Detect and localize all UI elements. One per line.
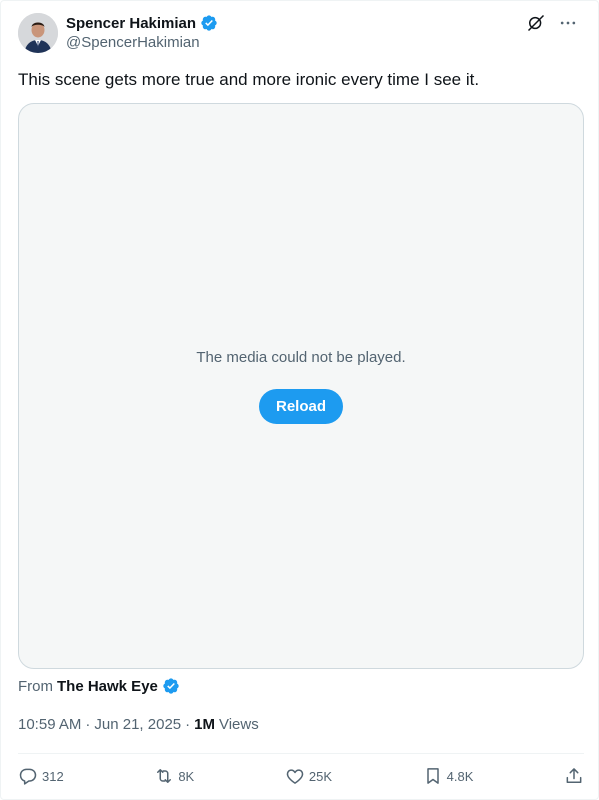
reply-count: 312	[42, 768, 64, 784]
bookmark-button[interactable]: 4.8K	[423, 766, 474, 786]
share-icon	[566, 768, 582, 783]
tweet-date[interactable]: Jun 21, 2025	[94, 716, 181, 733]
reply-button[interactable]: 312	[18, 766, 64, 786]
media-error-message: The media could not be played.	[196, 349, 406, 366]
author-display-name[interactable]: Spencer Hakimian	[66, 15, 196, 32]
meta-separator: ·	[85, 716, 91, 733]
meta-separator: ·	[185, 716, 191, 733]
action-bar: 312 8K 25K 4.8K	[18, 762, 584, 790]
reply-icon	[19, 768, 37, 785]
repost-icon	[157, 769, 172, 783]
views-label: Views	[218, 716, 259, 733]
repost-button[interactable]: 8K	[154, 766, 194, 786]
more-icon[interactable]	[558, 13, 578, 33]
avatar-image	[18, 13, 58, 53]
share-button[interactable]	[564, 766, 584, 786]
heart-icon	[286, 769, 304, 784]
views-count: 1M	[194, 716, 215, 733]
like-count: 25K	[308, 768, 332, 784]
bookmark-count: 4.8K	[446, 768, 474, 784]
source-attribution: From The Hawk Eye	[18, 677, 180, 695]
avatar[interactable]	[18, 13, 58, 53]
verified-badge-icon	[201, 15, 217, 31]
reload-button[interactable]: Reload	[259, 389, 343, 424]
divider	[18, 753, 584, 754]
source-verified-badge-icon	[163, 678, 179, 694]
from-label: From	[18, 677, 53, 695]
media-player[interactable]: The media could not be played. Reload	[18, 103, 584, 669]
repost-count: 8K	[178, 768, 195, 784]
source-name-link[interactable]: The Hawk Eye	[57, 678, 158, 695]
author-name-row: Spencer Hakimian	[66, 14, 218, 32]
bookmark-icon	[426, 768, 439, 784]
author-handle[interactable]: @SpencerHakimian	[66, 34, 200, 51]
like-button[interactable]: 25K	[285, 766, 332, 786]
tweet-card: Spencer Hakimian @SpencerHakimian This s…	[0, 0, 599, 800]
grok-icon[interactable]	[526, 13, 546, 33]
tweet-meta: 10:59 AM · Jun 21, 2025 · 1M Views	[18, 716, 259, 733]
tweet-text: This scene gets more true and more ironi…	[18, 70, 480, 89]
tweet-time[interactable]: 10:59 AM	[18, 716, 81, 733]
top-icons	[526, 13, 578, 33]
